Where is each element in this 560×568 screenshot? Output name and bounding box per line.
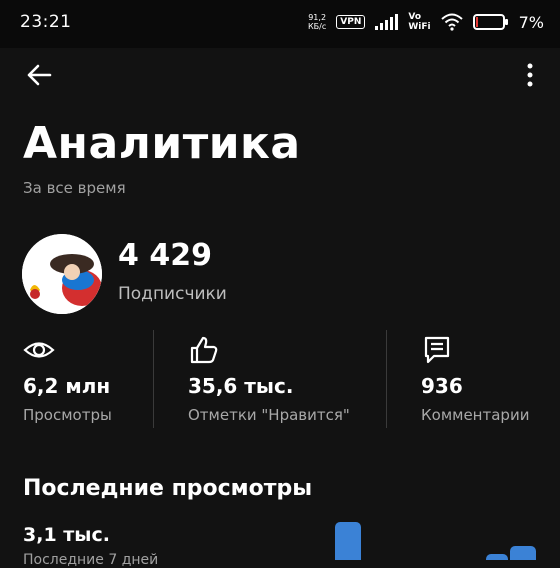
- vpn-badge: VPN: [336, 15, 366, 29]
- stat-label: Комментарии: [421, 406, 530, 424]
- more-vert-icon[interactable]: [520, 60, 540, 90]
- stat-value: 936: [421, 374, 463, 398]
- eye-icon: [23, 342, 55, 358]
- subscribers-label: Подписчики: [118, 284, 227, 304]
- avatar-image: [22, 234, 102, 314]
- recent-views-period: Последние 7 дней: [23, 552, 159, 568]
- net-speed-unit: КБ/с: [308, 22, 327, 31]
- stats-row: 6,2 млн Просмотры 35,6 тыс. Отметки "Нра…: [0, 330, 560, 430]
- app-bar: [0, 48, 560, 104]
- net-speed-value: 91,2: [308, 13, 327, 22]
- page-subtitle: За все время: [23, 179, 126, 197]
- thumbs-up-icon: [190, 336, 218, 364]
- stat-label: Отметки "Нравится": [188, 406, 350, 424]
- divider: [153, 330, 154, 428]
- vowifi-bottom: WiFi: [408, 22, 431, 32]
- status-bar: 23:21 91,2 КБ/с VPN Vo WiFi 7%: [0, 0, 560, 48]
- battery-icon: [472, 14, 508, 30]
- vowifi-label: Vo WiFi: [408, 12, 430, 32]
- recent-views-title: Последние просмотры: [23, 476, 313, 501]
- page-title: Аналитика: [23, 118, 301, 169]
- status-time: 23:21: [20, 12, 72, 32]
- battery-percent: 7%: [518, 12, 544, 32]
- back-arrow-icon[interactable]: [24, 60, 54, 90]
- chart-bar: [335, 522, 361, 560]
- subscribers-count: 4 429: [118, 238, 212, 273]
- wifi-icon: [440, 13, 463, 31]
- chart-bar: [486, 554, 508, 560]
- comment-icon: [424, 336, 450, 364]
- avatar[interactable]: [22, 234, 102, 314]
- status-icons: 91,2 КБ/с VPN Vo WiFi 7%: [308, 12, 544, 32]
- recent-views-value: 3,1 тыс.: [23, 524, 110, 546]
- stat-value: 35,6 тыс.: [188, 374, 294, 398]
- vowifi-top: Vo: [408, 12, 422, 22]
- stat-value: 6,2 млн: [23, 374, 111, 398]
- divider: [386, 330, 387, 428]
- stat-label: Просмотры: [23, 406, 112, 424]
- signal-icon: [375, 14, 399, 30]
- chart-bar: [510, 546, 536, 560]
- net-speed: 91,2 КБ/с: [308, 13, 326, 31]
